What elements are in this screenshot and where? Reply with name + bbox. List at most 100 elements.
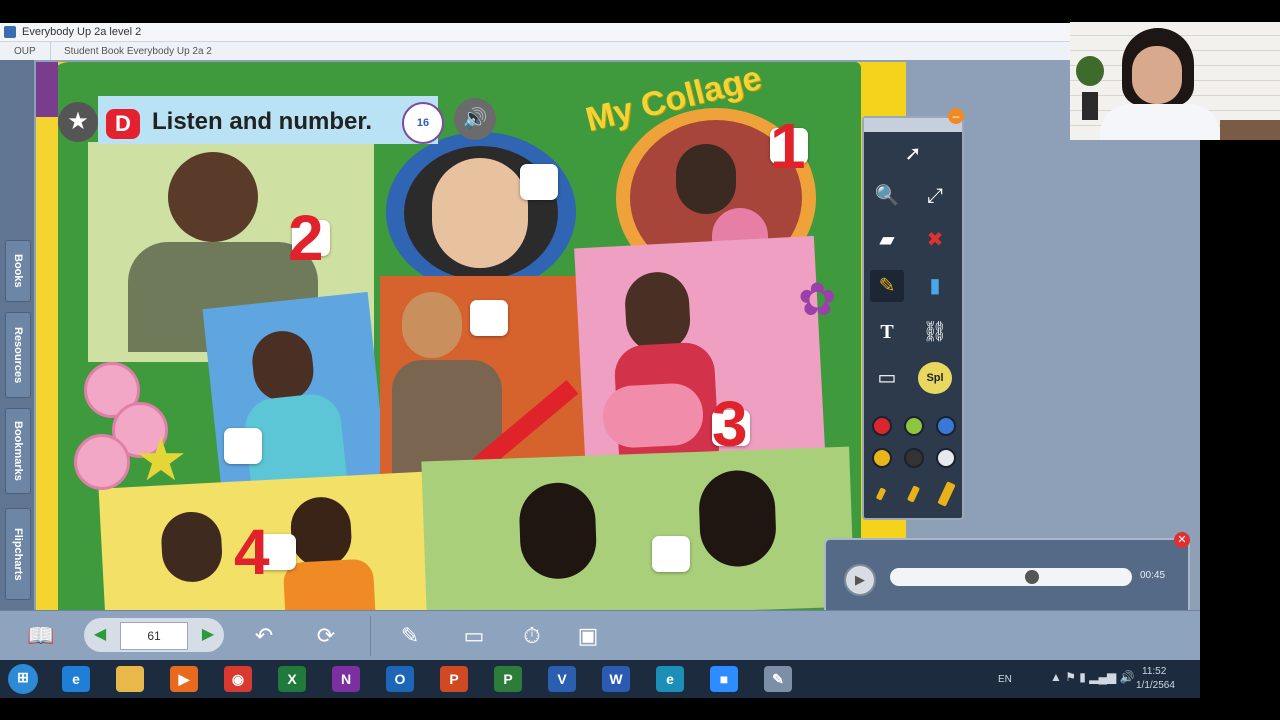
photo-girls-reading [421, 446, 855, 610]
language-indicator[interactable]: EN [998, 674, 1012, 685]
annotate-icon[interactable]: ✎ [388, 618, 432, 654]
presenter-face [1132, 46, 1182, 104]
toolbar-divider [370, 616, 371, 656]
photo-girl-pink-guitar [574, 235, 826, 479]
screen-capture-icon[interactable]: ▣ [566, 618, 610, 654]
webcam-video [1070, 22, 1280, 140]
color-swatch-red[interactable] [872, 416, 892, 436]
book-app-icon[interactable]: ✎ [764, 666, 792, 692]
handwritten-number: 3 [712, 388, 748, 460]
butterfly-decoration: ✿ [798, 273, 837, 325]
star-decoration: ★ [134, 426, 188, 493]
audio-track-number: 16 [416, 117, 430, 129]
handwritten-number: 2 [288, 202, 324, 274]
pencil-icon[interactable]: ✎ [870, 270, 904, 302]
page-margin-strip [36, 62, 58, 610]
project-icon[interactable]: P [494, 666, 522, 692]
sidebar-tab-resources[interactable]: Resources [5, 312, 31, 398]
next-page-icon[interactable]: ▶ [196, 621, 220, 649]
speaker-icon[interactable]: 🔊 [454, 98, 496, 140]
sidebar-tab-flipcharts[interactable]: Flipcharts [5, 508, 31, 600]
section-letter: D [106, 109, 140, 139]
toolbox-minimize-icon[interactable]: – [948, 108, 964, 124]
plant [1076, 56, 1104, 86]
text-icon[interactable]: T [870, 316, 904, 348]
edge-icon[interactable]: e [656, 666, 684, 692]
annotation-toolbox: ➚ 🔍 ⤢ ▰ ✖ ✎ ▮ T ⛓ ▭ Spl [862, 116, 964, 520]
left-sidebar: Books Resources Bookmarks Flipcharts [0, 60, 34, 610]
color-swatch-blue[interactable] [936, 416, 956, 436]
fit-page-icon[interactable]: ⤢ [918, 180, 952, 212]
button-decoration [74, 434, 130, 490]
zoom-icon[interactable]: 🔍 [870, 180, 904, 212]
page-number-input[interactable]: 61 [120, 622, 188, 650]
book-view-icon[interactable]: 📖 [20, 618, 62, 654]
outlook-icon[interactable]: O [386, 666, 414, 692]
answer-box-guitar-boy[interactable] [470, 300, 508, 336]
tab-oup[interactable]: OUP [14, 46, 36, 57]
keyboard-icon[interactable]: ▭ [870, 362, 904, 394]
zoom-app-icon[interactable]: ■ [710, 666, 738, 692]
undo-icon[interactable]: ↶ [244, 618, 284, 654]
audio-track-badge[interactable]: 16 [402, 102, 444, 144]
tray-icons[interactable]: ▲ ⚑ ▮ ▂▄▆ 🔊 [1050, 670, 1134, 684]
tab-student-book[interactable]: Student Book Everybody Up 2a 2 [64, 46, 212, 57]
clear-icon[interactable]: ✖ [918, 224, 952, 256]
pointer-icon[interactable]: ➚ [896, 138, 930, 170]
media-player-icon[interactable]: ▶ [170, 666, 198, 692]
highlighter-icon[interactable]: ▮ [918, 270, 952, 302]
thin-pen-icon[interactable] [875, 487, 887, 501]
wood-floor [1220, 120, 1280, 140]
start-icon[interactable]: ⊞ [8, 664, 38, 694]
plant-pot [1082, 92, 1098, 120]
audio-time: 00:45 [1140, 570, 1166, 581]
photo-girl-microphone [202, 291, 388, 499]
system-tray: EN ▲ ⚑ ▮ ▂▄▆ 🔊 11:52 1/1/2564 [990, 664, 1200, 694]
window-title: Everybody Up 2a level 2 [22, 26, 142, 38]
toolbox-handle[interactable] [864, 118, 962, 132]
sidebar-tab-bookmarks[interactable]: Bookmarks [5, 408, 31, 494]
tab-bar: OUP Student Book Everybody Up 2a 2 [0, 42, 1070, 61]
folder-icon[interactable] [116, 666, 144, 692]
timer-icon[interactable]: ⏱ [510, 618, 554, 654]
ie-icon[interactable]: e [62, 666, 90, 692]
star-icon[interactable]: ★ [58, 102, 98, 142]
tab-divider [50, 42, 51, 60]
color-swatch-green[interactable] [904, 416, 924, 436]
app-icon [4, 26, 16, 38]
page-corner-tab [36, 62, 58, 117]
thick-pen-icon[interactable] [937, 481, 956, 507]
handwritten-number: 1 [770, 110, 806, 182]
eraser-icon[interactable]: ▰ [870, 224, 904, 256]
audio-progress-handle[interactable] [1024, 570, 1039, 584]
link-icon[interactable]: ⛓ [918, 316, 952, 348]
previous-page-icon[interactable]: ◀ [88, 621, 112, 649]
chrome-icon[interactable]: ◉ [224, 666, 252, 692]
powerpoint-icon[interactable]: P [440, 666, 468, 692]
word-icon[interactable]: W [602, 666, 630, 692]
audio-progress-slider[interactable] [890, 568, 1132, 586]
color-swatch-white[interactable] [936, 448, 956, 468]
page-turn-icon[interactable]: ⟳ [304, 618, 348, 654]
photo-boy-headphones [386, 132, 576, 292]
activity-instruction: Listen and number. [152, 108, 373, 135]
answer-box-headphones[interactable] [520, 164, 558, 200]
excel-icon[interactable]: X [278, 666, 306, 692]
visio-icon[interactable]: V [548, 666, 576, 692]
play-icon[interactable]: ▶ [844, 564, 876, 596]
whiteboard-icon[interactable]: ▭ [452, 618, 496, 654]
spotlight-icon[interactable]: Spl [918, 362, 952, 394]
clock-time[interactable]: 11:52 [1142, 666, 1166, 677]
clock-date[interactable]: 1/1/2564 [1136, 680, 1175, 691]
handwritten-number: 4 [234, 516, 270, 588]
answer-box-microphone[interactable] [224, 428, 262, 464]
onenote-icon[interactable]: N [332, 666, 360, 692]
book-page[interactable]: ★ ✿ ★ D Listen and number. 16 🔊 My Colla… [36, 62, 906, 610]
medium-pen-icon[interactable] [906, 485, 921, 503]
close-icon[interactable]: ✕ [1174, 532, 1190, 548]
presenter-shirt [1100, 104, 1220, 140]
answer-box-reading[interactable] [652, 536, 690, 572]
sidebar-tab-books[interactable]: Books [5, 240, 31, 302]
color-swatch-yellow[interactable] [872, 448, 892, 468]
color-swatch-black[interactable] [904, 448, 924, 468]
